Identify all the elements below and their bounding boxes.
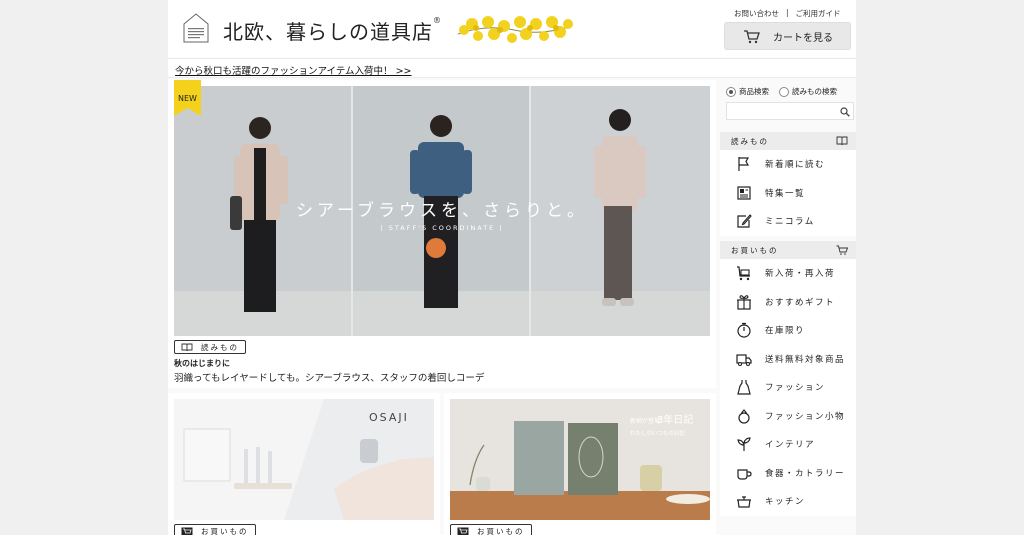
svg-text:わたしのいつもの日記: わたしのいつもの日記 — [630, 429, 686, 437]
diary-image[interactable]: 3年日記 新柄が登場 わたしのいつもの日記 — [450, 399, 710, 520]
menu-item-interior[interactable]: インテリア — [720, 430, 856, 459]
menu-item-limited-stock[interactable]: 在庫限り — [720, 316, 856, 345]
plant-icon — [737, 437, 751, 452]
shop-tag-label: お買いもの — [201, 526, 249, 535]
menu-item-free-shipping[interactable]: 送料無料対象商品 — [720, 345, 856, 374]
view-cart-label: カートを見る — [773, 32, 833, 44]
guide-link[interactable]: ご利用ガイド — [796, 8, 841, 19]
search-input[interactable] — [726, 102, 854, 120]
new-badge: NEW — [174, 80, 201, 116]
cup-icon — [737, 469, 752, 480]
cart-icon — [181, 527, 193, 535]
product-card-osaji[interactable]: OSAJI お買いもの — [168, 393, 440, 535]
shop-tag[interactable]: お買いもの — [174, 524, 256, 535]
top-links: お問い合わせ | ご利用ガイド — [734, 8, 841, 19]
hero-subcaption: | STAFF'S COORDINATE | — [380, 224, 504, 232]
menu-item-new-arrivals[interactable]: 新入荷・再入荷 — [720, 259, 856, 288]
search-icon[interactable] — [840, 107, 850, 117]
section-read-header: 読みもの — [720, 132, 856, 150]
site-header: 北欧、暮らしの道具店® お問い合わせ | ご利用ガイド カートを見る — [168, 0, 856, 57]
newspaper-icon — [737, 186, 751, 200]
edit-icon — [737, 214, 752, 228]
menu-item-latest[interactable]: 新着順に読む — [720, 150, 856, 179]
flag-icon — [738, 157, 750, 172]
notice-link[interactable]: 今から秋口も活躍のファッションアイテム入荷中！ >> — [175, 63, 412, 77]
hero-article-card[interactable]: シアーブラウスを、さらりと。 | STAFF'S COORDINATE | NE… — [168, 80, 716, 388]
menu-item-mini-column[interactable]: ミニコラム — [720, 207, 856, 236]
dress-icon — [737, 380, 751, 395]
view-cart-button[interactable]: カートを見る — [724, 22, 851, 50]
search-type-radios: 商品検索 読みもの検索 — [726, 86, 837, 97]
gift-icon — [737, 294, 751, 310]
book-icon — [181, 343, 193, 351]
svg-text:新柄が登場: 新柄が登場 — [630, 417, 660, 425]
menu-item-gift[interactable]: おすすめギフト — [720, 288, 856, 317]
cart-icon — [836, 245, 848, 255]
hero-caption: シアーブラウスを、さらりと。 — [296, 201, 588, 221]
top-links-separator: | — [786, 8, 789, 17]
sidebar: 商品検索 読みもの検索 読みもの 新着順に読む 特集一覧 ミニコラム お買いもの… — [720, 80, 856, 535]
pot-icon — [737, 496, 751, 508]
brand-name[interactable]: 北欧、暮らしの道具店® — [223, 16, 442, 45]
menu-item-features[interactable]: 特集一覧 — [720, 179, 856, 208]
svg-text:3年日記: 3年日記 — [657, 413, 693, 426]
stopwatch-icon — [737, 323, 751, 338]
menu-item-fashion[interactable]: ファッション — [720, 373, 856, 402]
shop-menu: 新入荷・再入荷 おすすめギフト 在庫限り 送料無料対象商品 ファッション ファッ… — [720, 259, 856, 516]
menu-item-kitchen[interactable]: キッチン — [720, 487, 856, 516]
article-tag-label: 読みもの — [201, 342, 239, 352]
cart-icon — [744, 29, 760, 43]
radio-product-search[interactable]: 商品検索 — [726, 86, 769, 97]
radio-dot-icon — [726, 86, 736, 97]
article-tag[interactable]: 読みもの — [174, 340, 246, 354]
svg-text:NEW: NEW — [178, 94, 197, 103]
svg-text:OSAJI: OSAJI — [369, 411, 409, 424]
shop-tag[interactable]: お買いもの — [450, 524, 532, 535]
ring-icon — [738, 408, 750, 424]
menu-item-tableware[interactable]: 食器・カトラリー — [720, 459, 856, 488]
osaji-photo: OSAJI — [174, 399, 434, 520]
new-arrival-icon — [737, 266, 750, 281]
shop-tag-label: お買いもの — [477, 526, 525, 535]
diary-photo: 3年日記 新柄が登場 わたしのいつもの日記 — [450, 399, 710, 520]
truck-icon — [736, 354, 752, 366]
cart-icon — [457, 527, 469, 535]
hero-description[interactable]: 羽織ってもレイヤードしても。シアーブラウス、スタッフの着回しコーデ — [174, 370, 484, 384]
hero-image[interactable]: シアーブラウスを、さらりと。 | STAFF'S COORDINATE | — [174, 86, 710, 336]
house-logo-icon[interactable] — [182, 12, 210, 43]
product-card-diary[interactable]: 3年日記 新柄が登場 わたしのいつもの日記 お買いもの — [444, 393, 716, 535]
section-shop-header: お買いもの — [720, 241, 856, 259]
radio-dot-icon — [779, 86, 789, 97]
contact-link[interactable]: お問い合わせ — [734, 8, 779, 19]
hero-small-title: 秋のはじまりに — [174, 359, 230, 368]
book-icon — [836, 136, 848, 146]
menu-item-fashion-accessories[interactable]: ファッション小物 — [720, 402, 856, 431]
radio-article-search[interactable]: 読みもの検索 — [779, 86, 837, 97]
osaji-image[interactable]: OSAJI — [174, 399, 434, 520]
read-menu: 新着順に読む 特集一覧 ミニコラム — [720, 150, 856, 236]
notice-bar: 今から秋口も活躍のファッションアイテム入荷中！ >> — [168, 58, 856, 78]
page: 北欧、暮らしの道具店® お問い合わせ | ご利用ガイド カートを見る 今から秋口… — [168, 0, 856, 535]
mimosa-decoration-icon — [457, 16, 573, 43]
